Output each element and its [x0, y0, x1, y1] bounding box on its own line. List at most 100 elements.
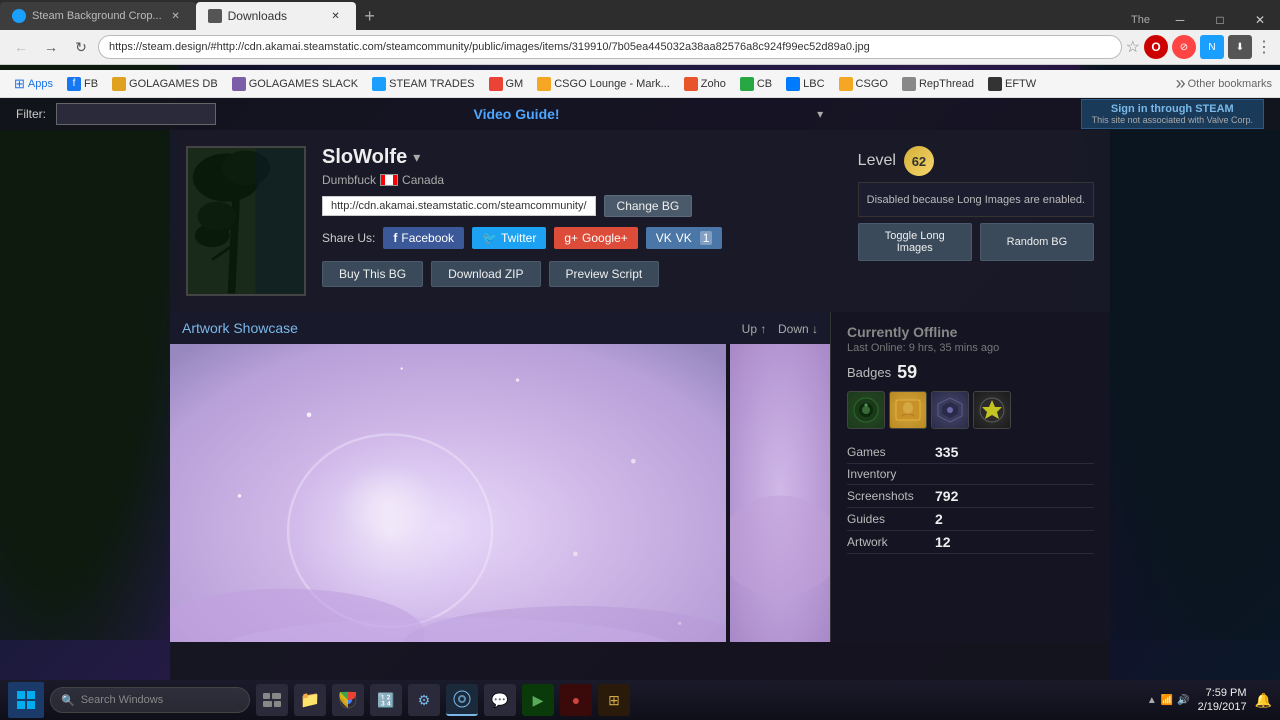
showcase-images	[170, 344, 830, 642]
bookmark-eftw[interactable]: EFTW	[982, 75, 1042, 93]
file-explorer-button[interactable]: 📁	[294, 684, 326, 716]
new-tab-button[interactable]: +	[356, 2, 384, 30]
taskbar-search-bar[interactable]: 🔍 Search Windows	[50, 687, 250, 713]
action-row: Buy This BG Download ZIP Preview Script	[322, 261, 842, 287]
csgo2-favicon	[839, 77, 853, 91]
steamtrades-favicon	[372, 77, 386, 91]
profile-info: SloWolfe ▾ Dumbfuck Canada http://cdn.ak…	[322, 146, 842, 296]
guides-value: 2	[935, 511, 943, 527]
username-dropdown-icon[interactable]: ▾	[413, 149, 420, 166]
sign-in-button[interactable]: Sign in through STEAM This site not asso…	[1081, 99, 1264, 129]
multi-app-button[interactable]: ⊞	[598, 684, 630, 716]
bookmark-steamtrades[interactable]: STEAM TRADES	[366, 75, 480, 93]
share-vk-button[interactable]: VK VK 1	[646, 227, 723, 249]
csgo-favicon	[537, 77, 551, 91]
games-value: 335	[935, 444, 958, 460]
level-panel: Level 62 Disabled because Long Images ar…	[858, 146, 1094, 296]
bookmark-zoho[interactable]: Zoho	[678, 75, 732, 93]
apps-icon: ⊞	[14, 76, 25, 92]
share-facebook-button[interactable]: f Facebook	[383, 227, 464, 249]
stat-artwork: Artwork 12	[847, 531, 1094, 554]
level-section: Level 62	[858, 146, 1094, 176]
video-guide-link[interactable]: Video Guide!	[473, 106, 559, 122]
tab-bar: Steam Background Crop... ✕ Downloads ✕ +…	[0, 0, 1280, 30]
inventory-label: Inventory	[847, 467, 927, 481]
search-placeholder: Search Windows	[81, 694, 164, 706]
share-googleplus-button[interactable]: g+ Google+	[554, 227, 637, 249]
close-button[interactable]: ✕	[1240, 10, 1280, 30]
download-zip-button[interactable]: Download ZIP	[431, 261, 540, 287]
toggle-long-images-button[interactable]: Toggle Long Images	[858, 223, 972, 261]
opera-icon[interactable]: O	[1144, 35, 1168, 59]
bookmark-lbc[interactable]: LBC	[780, 75, 830, 93]
url-input[interactable]	[98, 35, 1122, 59]
more-icon[interactable]: ⋮	[1256, 37, 1272, 57]
up-button[interactable]: Up ↑	[742, 322, 767, 336]
status-panel: Currently Offline Last Online: 9 hrs, 35…	[830, 312, 1110, 642]
calculator-button[interactable]: 🔢	[370, 684, 402, 716]
chat-button[interactable]: 💬	[484, 684, 516, 716]
refresh-button[interactable]: ↻	[68, 34, 94, 60]
bookmark-golagames[interactable]: GOLAGAMES DB	[106, 75, 224, 93]
start-button[interactable]	[8, 682, 44, 718]
green-app-button[interactable]: ▶	[522, 684, 554, 716]
tab-steam[interactable]: Steam Background Crop... ✕	[0, 2, 196, 30]
more-bookmarks-button[interactable]: »	[1176, 73, 1186, 94]
taskbar: 🔍 Search Windows 📁 🔢 ⚙	[0, 680, 1280, 720]
buy-bg-button[interactable]: Buy This BG	[322, 261, 423, 287]
sign-in-steam-text: Sign in through STEAM	[1111, 103, 1234, 115]
share-twitter-button[interactable]: 🐦 Twitter	[472, 227, 546, 249]
notification-icon[interactable]: 🔔	[1255, 692, 1272, 709]
last-online-text: Last Online: 9 hrs, 35 mins ago	[847, 342, 1094, 354]
share-label: Share Us:	[322, 231, 375, 245]
bookmark-fb[interactable]: f FB	[61, 75, 104, 93]
ext-icon-2[interactable]: ⬇	[1228, 35, 1252, 59]
tray-network: 📶	[1161, 695, 1173, 706]
clock-date: 2/19/2017	[1198, 700, 1247, 714]
bookmark-rep[interactable]: RepThread	[896, 75, 980, 93]
vk-label: VK	[676, 231, 692, 245]
tab-close-steam[interactable]: ✕	[168, 8, 184, 24]
stat-screenshots: Screenshots 792	[847, 485, 1094, 508]
red-app-button[interactable]: ●	[560, 684, 592, 716]
bookmark-golaslack[interactable]: GOLAGAMES SLACK	[226, 75, 364, 93]
back-button[interactable]: ←	[8, 34, 34, 60]
country-text: Canada	[402, 173, 444, 187]
ext-icon-1[interactable]: N	[1200, 35, 1224, 59]
offline-text: Currently Offline	[847, 324, 1094, 340]
steam-button[interactable]	[446, 684, 478, 716]
task-view-button[interactable]	[256, 684, 288, 716]
tab-close-downloads[interactable]: ✕	[328, 8, 344, 24]
adblock-icon[interactable]: ⊘	[1172, 35, 1196, 59]
tray-expand[interactable]: ▲	[1147, 695, 1157, 706]
bg-url-display: http://cdn.akamai.steamstatic.com/steamc…	[322, 196, 596, 216]
tab-downloads[interactable]: Downloads ✕	[196, 2, 356, 30]
bookmark-csgo[interactable]: CSGO Lounge - Mark...	[531, 75, 676, 93]
other-bookmarks-label[interactable]: Other bookmarks	[1188, 78, 1272, 90]
preview-script-button[interactable]: Preview Script	[549, 261, 660, 287]
unknown-app-1[interactable]: ⚙	[408, 684, 440, 716]
maximize-button[interactable]: □	[1200, 10, 1240, 30]
star-icon[interactable]: ☆	[1126, 37, 1140, 57]
video-guide-dropdown[interactable]: ▾	[817, 107, 823, 121]
forward-button[interactable]: →	[38, 34, 64, 60]
chrome-button[interactable]	[332, 684, 364, 716]
bottom-section: Artwork Showcase Up ↑ Down ↓	[170, 312, 1110, 642]
eftw-favicon	[988, 77, 1002, 91]
system-tray: ▲ 📶 🔊	[1147, 695, 1190, 706]
change-bg-button[interactable]: Change BG	[604, 195, 693, 217]
minimize-button[interactable]: ─	[1160, 10, 1200, 30]
steam-icon	[453, 690, 471, 708]
bookmark-gm[interactable]: GM	[483, 75, 530, 93]
bookmark-apps[interactable]: ⊞ Apps	[8, 74, 59, 94]
subtitle-text: Dumbfuck	[322, 173, 376, 187]
showcase-image-main	[170, 344, 726, 642]
bookmark-csgo2[interactable]: CSGO	[833, 75, 894, 93]
random-bg-button[interactable]: Random BG	[980, 223, 1094, 261]
badges-row: Badges 59	[847, 362, 1094, 383]
showcase-header: Artwork Showcase Up ↑ Down ↓	[170, 312, 830, 344]
filter-input[interactable]	[56, 103, 216, 125]
down-button[interactable]: Down ↓	[778, 322, 818, 336]
filter-bar: Filter: Video Guide! ▾ Sign in through S…	[0, 98, 1280, 130]
bookmark-cb[interactable]: CB	[734, 75, 778, 93]
